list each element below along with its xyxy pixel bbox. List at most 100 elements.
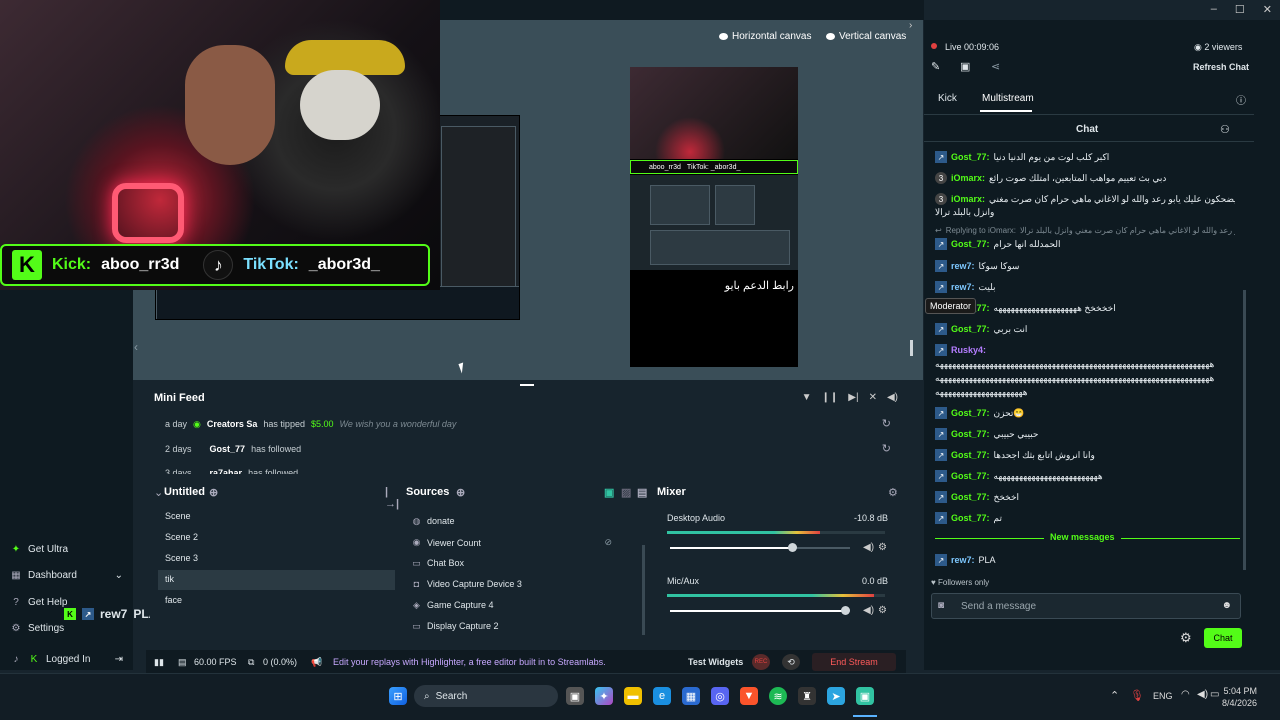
source-item[interactable]: ◉ Viewer Count ⊘ bbox=[412, 537, 612, 548]
sidebar-item-get-ultra[interactable]: ✦ Get Ultra bbox=[10, 543, 68, 555]
scene-collection-title[interactable]: Untitled bbox=[164, 486, 205, 498]
chat-message-continuation: وانزل بالبلد ترالا bbox=[935, 207, 995, 217]
end-stream-button[interactable]: End Stream bbox=[812, 653, 896, 671]
volume-slider[interactable] bbox=[670, 606, 850, 615]
mic-icon[interactable]: 🎙 bbox=[1130, 689, 1144, 702]
brave-icon[interactable]: ▼ bbox=[740, 687, 758, 705]
resize-handle[interactable] bbox=[520, 384, 534, 386]
sidebar-item-logged-in[interactable]: ♪ K Logged In ⇥ bbox=[10, 653, 124, 665]
collapse-icon[interactable]: ⌄ bbox=[154, 486, 163, 499]
scene-item[interactable]: tik bbox=[165, 574, 174, 584]
source-item[interactable]: ◘ Video Capture Device 3 bbox=[412, 579, 522, 589]
gear-icon[interactable]: ⚙ bbox=[878, 542, 887, 553]
info-icon[interactable]: ⓘ bbox=[1236, 92, 1246, 107]
volume-icon[interactable]: ◀) bbox=[863, 605, 874, 616]
clock[interactable]: 5:04 PM 8/4/2026 bbox=[1222, 685, 1257, 709]
scene-item[interactable]: Scene bbox=[165, 511, 191, 521]
clip-icon[interactable]: ▣ bbox=[960, 60, 970, 73]
tab-multistream[interactable]: Multistream bbox=[982, 93, 1034, 104]
transition-icon[interactable]: |→| bbox=[385, 486, 400, 510]
vertical-canvas-toggle[interactable]: Vertical canvas bbox=[826, 31, 906, 42]
taskbar-search[interactable]: ⌕ Search bbox=[414, 685, 558, 707]
chat-input[interactable]: Send a message bbox=[961, 601, 1036, 612]
close-icon[interactable]: ✕ bbox=[1263, 3, 1272, 17]
sidebar-item-dashboard[interactable]: ▦ Dashboard ⌄ bbox=[10, 569, 123, 581]
scene-item[interactable]: face bbox=[165, 595, 182, 605]
volume-slider[interactable] bbox=[670, 543, 850, 552]
edge-icon[interactable]: e bbox=[653, 687, 671, 705]
chevron-right-icon[interactable]: › bbox=[909, 20, 912, 31]
filter-icon[interactable]: ▼ bbox=[802, 392, 812, 403]
chat-input-box[interactable]: ◙ Send a message ☻ bbox=[931, 593, 1241, 619]
share-icon[interactable]: ⋖ bbox=[991, 60, 1000, 73]
scrollbar[interactable] bbox=[1243, 290, 1246, 570]
slider-knob[interactable] bbox=[841, 606, 850, 615]
volume-icon[interactable]: ◀) bbox=[887, 392, 898, 403]
users-icon[interactable]: ⚇ bbox=[1220, 123, 1230, 136]
gear-icon[interactable]: ⚙ bbox=[878, 605, 887, 616]
new-messages-label[interactable]: New messages bbox=[1044, 532, 1121, 542]
language-indicator[interactable]: ENG bbox=[1153, 691, 1173, 701]
source-item[interactable]: ▭ Display Capture 2 bbox=[412, 621, 498, 632]
resize-handle[interactable] bbox=[910, 340, 913, 356]
task-view-icon[interactable]: ▣ bbox=[566, 687, 584, 705]
send-chat-button[interactable]: Chat bbox=[1204, 628, 1242, 648]
app-icon[interactable]: ♜ bbox=[798, 687, 816, 705]
store-icon[interactable]: ▦ bbox=[682, 687, 700, 705]
battery-icon[interactable]: ▭ bbox=[1210, 689, 1219, 700]
pause-icon[interactable]: ❙❙ bbox=[822, 392, 839, 403]
tray-chevron-icon[interactable]: ⌃ bbox=[1110, 689, 1119, 702]
mute-icon[interactable]: ✕ bbox=[869, 392, 877, 403]
add-scene-icon[interactable]: ⊕ bbox=[209, 486, 218, 499]
add-source-icon[interactable]: ⊕ bbox=[456, 486, 465, 499]
replay-icon[interactable]: ↻ bbox=[882, 442, 891, 455]
group-icon[interactable]: ▨ bbox=[621, 486, 631, 499]
maximize-icon[interactable]: ☐ bbox=[1235, 3, 1245, 17]
chevron-left-icon[interactable]: ‹ bbox=[134, 340, 138, 354]
emoji-icon[interactable]: ☻ bbox=[1221, 600, 1232, 611]
folder-icon[interactable]: ▤ bbox=[637, 486, 647, 499]
replay-buffer-icon[interactable]: ⟲ bbox=[782, 654, 800, 670]
hidden-eye-icon[interactable]: ⊘ bbox=[604, 537, 612, 548]
logout-icon[interactable]: ⇥ bbox=[115, 654, 123, 665]
test-widgets-button[interactable]: Test Widgets bbox=[688, 657, 743, 667]
slider-knob[interactable] bbox=[788, 543, 797, 552]
chat-message: ↗ Gost_77: اكبر كلب لوت من يوم الدنيا دنيا bbox=[935, 151, 1235, 163]
discord-icon[interactable]: ◎ bbox=[711, 687, 729, 705]
kick-badge-icon: ↗ bbox=[935, 512, 947, 524]
horizontal-canvas-toggle[interactable]: Horizontal canvas bbox=[719, 31, 811, 42]
volume-icon[interactable]: ◀) bbox=[1197, 689, 1208, 700]
cpu-icon: ▤ bbox=[178, 657, 187, 667]
sidebar-item-get-help[interactable]: ? Get Help bbox=[10, 596, 67, 608]
scene-item[interactable]: Scene 2 bbox=[165, 532, 198, 542]
copilot-icon[interactable]: ✦ bbox=[595, 687, 613, 705]
promo-text[interactable]: Edit your replays with Highlighter, a fr… bbox=[333, 657, 606, 667]
refresh-chat-button[interactable]: Refresh Chat bbox=[1193, 62, 1249, 72]
source-item[interactable]: ◈ Game Capture 4 bbox=[412, 600, 494, 611]
minimize-icon[interactable]: – bbox=[1211, 3, 1217, 17]
sidebar-item-settings[interactable]: ⚙ Settings bbox=[10, 622, 65, 634]
scene-item[interactable]: Scene 3 bbox=[165, 553, 198, 563]
wifi-icon[interactable]: ◠ bbox=[1181, 689, 1190, 700]
gear-icon[interactable]: ⚙ bbox=[888, 486, 898, 499]
feed-row: 2 days Gost_77 has followed bbox=[165, 444, 302, 454]
record-button[interactable]: REC bbox=[752, 654, 770, 670]
telegram-icon[interactable]: ➤ bbox=[827, 687, 845, 705]
skip-icon[interactable]: ▶| bbox=[848, 392, 858, 403]
scrollbar[interactable] bbox=[642, 545, 645, 635]
chat-settings-icon[interactable]: ⚙ bbox=[1180, 630, 1192, 646]
streamlabs-icon[interactable]: ▣ bbox=[856, 687, 874, 705]
replay-icon[interactable]: ↻ bbox=[882, 417, 891, 430]
source-item[interactable]: ◍ donate bbox=[412, 516, 455, 527]
audio-meter bbox=[667, 531, 885, 534]
source-filter-icon[interactable]: ▣ bbox=[604, 486, 614, 499]
edit-icon[interactable]: ✎ bbox=[931, 60, 940, 73]
stats-icon[interactable]: ▮▮ bbox=[154, 657, 164, 668]
file-explorer-icon[interactable]: ▬ bbox=[624, 687, 642, 705]
spotify-icon[interactable]: ≋ bbox=[769, 687, 787, 705]
tab-kick[interactable]: Kick bbox=[938, 93, 957, 104]
source-item[interactable]: ▭ Chat Box bbox=[412, 558, 464, 569]
volume-icon[interactable]: ◀) bbox=[863, 542, 874, 553]
vertical-webcam bbox=[630, 67, 798, 159]
windows-start-icon[interactable]: ⊞ bbox=[389, 687, 407, 705]
